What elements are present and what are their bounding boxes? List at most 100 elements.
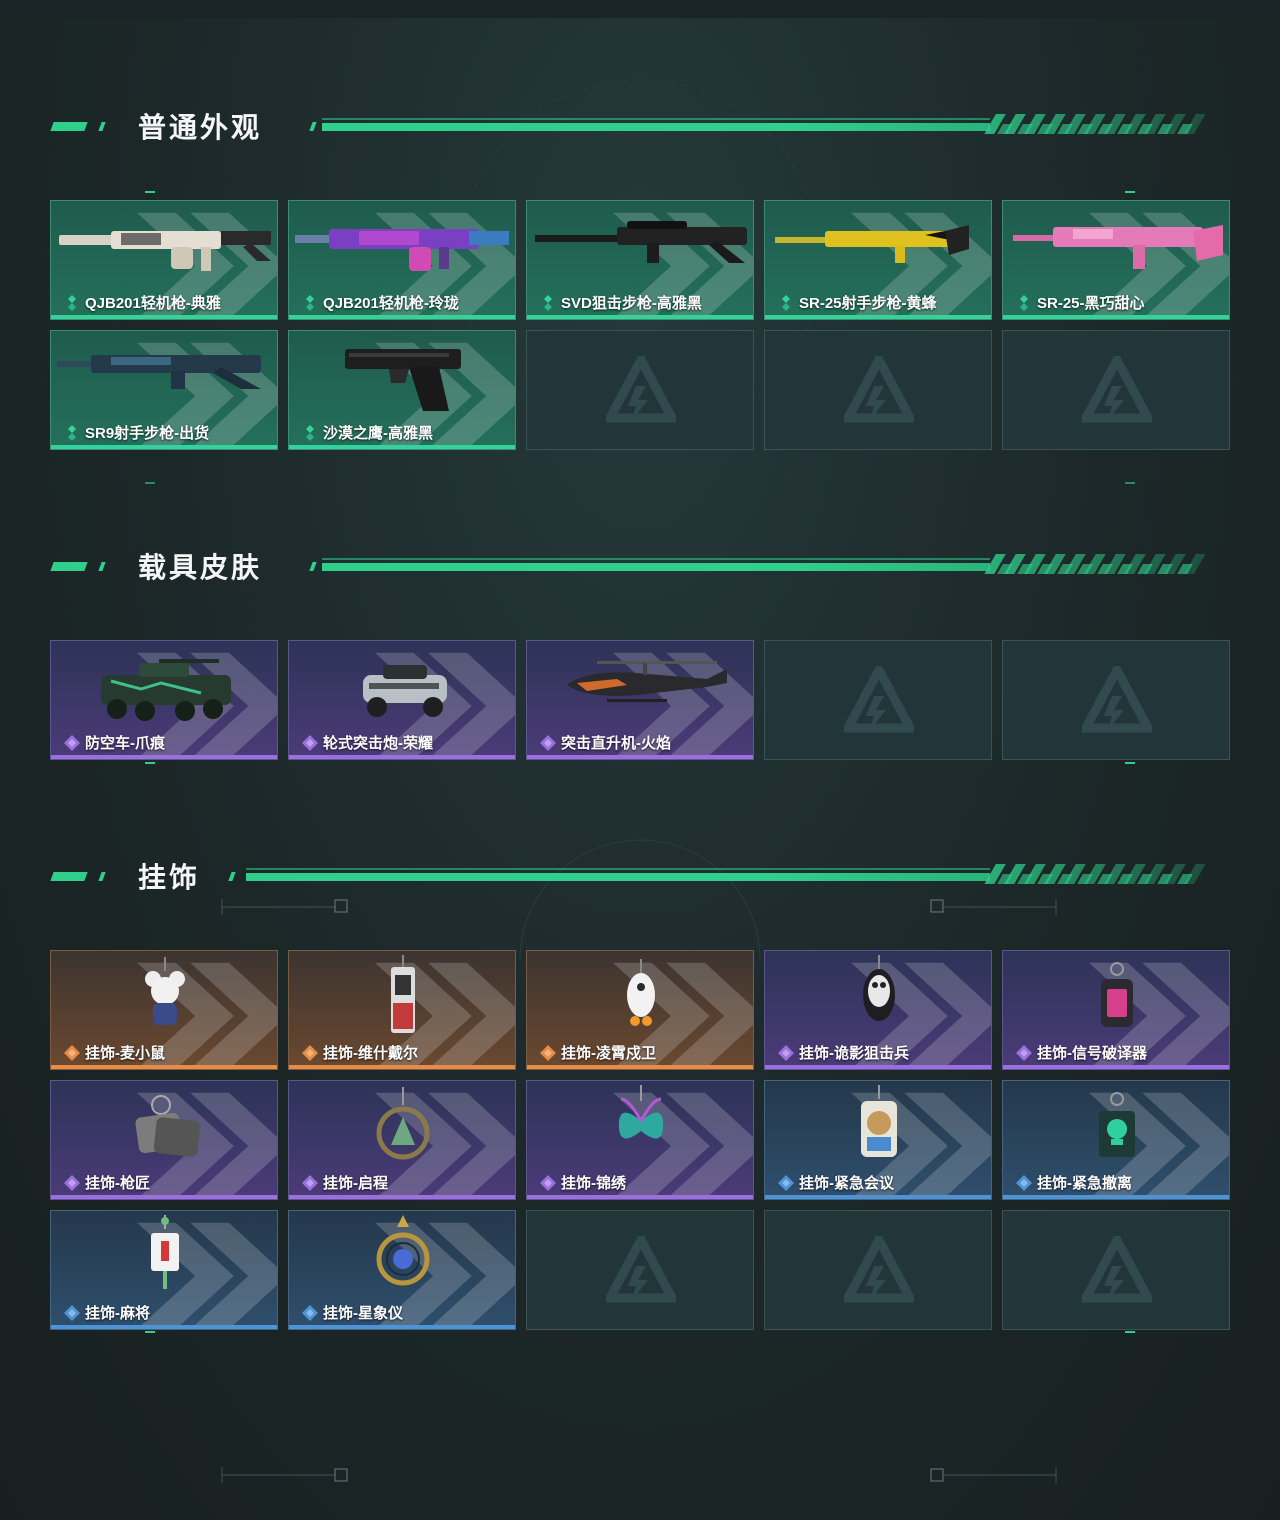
pistol-black-icon	[345, 349, 461, 411]
rarity-diamond-icon	[302, 735, 318, 751]
header-dash-icon	[50, 562, 88, 571]
rarity-diamond-icon	[306, 295, 314, 311]
header-thin-line	[246, 868, 990, 870]
empty-slot	[1002, 1210, 1230, 1330]
empty-slot	[1002, 640, 1230, 760]
item-card[interactable]: QJB201轻机枪-玲珑	[288, 200, 516, 320]
section-header-charms: 挂饰	[0, 858, 1280, 898]
item-card[interactable]: 挂饰-锦绣	[526, 1080, 754, 1200]
item-card[interactable]: 挂饰-麦小鼠	[50, 950, 278, 1070]
rarity-diamond-icon	[302, 1045, 318, 1061]
item-card[interactable]: 挂饰-诡影狙击兵	[764, 950, 992, 1070]
item-label: 挂饰-维什戴尔	[323, 1045, 418, 1062]
rifle-teal-icon	[57, 355, 261, 389]
rarity-diamond-icon	[302, 1175, 318, 1191]
lmg-purple-icon	[295, 229, 509, 271]
corner-tick	[1125, 482, 1135, 484]
item-card[interactable]: SR-25射手步枪-黄蜂	[764, 200, 992, 320]
item-label: SR9射手步枪-出货	[85, 425, 210, 442]
buggy-icon	[363, 665, 447, 717]
item-label: 挂饰-紧急会议	[799, 1175, 894, 1192]
item-card[interactable]: 挂饰-维什戴尔	[288, 950, 516, 1070]
item-label: 挂饰-信号破译器	[1037, 1045, 1147, 1062]
charm-medal-icon	[376, 1087, 430, 1160]
heli-icon	[567, 661, 727, 702]
charm-duck-icon	[627, 959, 655, 1026]
lmg-white-icon	[59, 231, 271, 271]
rarity-diamond-icon	[306, 425, 314, 441]
item-label: 挂饰-麦小鼠	[85, 1045, 165, 1062]
section-header-vehicle-skins: 载具皮肤	[0, 548, 1280, 588]
charm-butterfly-icon	[618, 1085, 664, 1139]
charm-bird-icon	[863, 955, 895, 1021]
item-label: SVD狙击步枪-高雅黑	[561, 295, 702, 312]
item-card[interactable]: QJB201轻机枪-典雅	[50, 200, 278, 320]
item-card[interactable]: 轮式突击炮-荣耀	[288, 640, 516, 760]
item-card[interactable]: 突击直升机-火焰	[526, 640, 754, 760]
rarity-diamond-icon	[302, 1305, 318, 1321]
item-label: 挂饰-麻将	[85, 1305, 150, 1322]
corner-tick	[145, 191, 155, 193]
section-title: 挂饰	[138, 862, 201, 893]
game-logo-icon	[1082, 1236, 1152, 1303]
item-card[interactable]: 挂饰-启程	[288, 1080, 516, 1200]
item-grid-normal-skins: QJB201轻机枪-典雅 QJB201轻机枪-玲珑 SVD狙击步枪-高雅黑 SR-25…	[50, 200, 1230, 450]
item-card[interactable]: 防空车-爪痕	[50, 640, 278, 760]
header-checker-pattern	[987, 564, 1203, 574]
header-thin-line	[322, 558, 990, 560]
section-title: 载具皮肤	[138, 552, 263, 583]
rarity-diamond-icon	[64, 1045, 80, 1061]
rarity-diamond-icon	[540, 1175, 556, 1191]
header-bar	[322, 123, 990, 131]
rarity-diamond-icon	[1020, 295, 1028, 311]
item-label: 挂饰-锦绣	[561, 1175, 626, 1192]
header-dash-icon	[98, 562, 106, 571]
corner-tick	[1125, 191, 1135, 193]
top-strip	[0, 0, 1280, 18]
game-logo-icon	[844, 666, 914, 733]
item-card[interactable]: 挂饰-枪匠	[50, 1080, 278, 1200]
header-dash-icon	[309, 122, 317, 131]
rarity-diamond-icon	[68, 295, 76, 311]
item-label: 挂饰-星象仪	[323, 1305, 403, 1322]
apc-icon	[101, 659, 231, 721]
empty-slot	[1002, 330, 1230, 450]
rarity-diamond-icon	[1016, 1045, 1032, 1061]
charm-mahjong-icon	[151, 1215, 179, 1289]
item-card[interactable]: SVD狙击步枪-高雅黑	[526, 200, 754, 320]
rarity-diamond-icon	[778, 1045, 794, 1061]
item-card[interactable]: 挂饰-星象仪	[288, 1210, 516, 1330]
header-dash-icon	[50, 122, 88, 131]
header-dash-icon	[228, 872, 236, 881]
item-label: 挂饰-紧急撤离	[1037, 1175, 1132, 1192]
item-card[interactable]: 挂饰-信号破译器	[1002, 950, 1230, 1070]
item-label: 挂饰-启程	[323, 1175, 388, 1192]
item-card[interactable]: 挂饰-紧急撤离	[1002, 1080, 1230, 1200]
item-grid-vehicle-skins: 防空车-爪痕 轮式突击炮-荣耀 突击直升机-火焰	[50, 640, 1230, 760]
charm-dogtag-icon	[135, 1095, 201, 1157]
item-card[interactable]: 挂饰-凌霄戍卫	[526, 950, 754, 1070]
game-logo-icon	[844, 1236, 914, 1303]
rarity-diamond-icon	[64, 735, 80, 751]
empty-slot	[764, 1210, 992, 1330]
item-card[interactable]: 沙漠之鹰-高雅黑	[288, 330, 516, 450]
item-label: 突击直升机-火焰	[561, 735, 671, 752]
rifle-yellow-icon	[775, 225, 969, 263]
item-card[interactable]: 挂饰-紧急会议	[764, 1080, 992, 1200]
empty-slot	[526, 1210, 754, 1330]
item-card[interactable]: 挂饰-麻将	[50, 1210, 278, 1330]
rarity-diamond-icon	[64, 1305, 80, 1321]
item-card[interactable]: SR-25-黑巧甜心	[1002, 200, 1230, 320]
empty-slot	[764, 330, 992, 450]
item-card[interactable]: SR9射手步枪-出货	[50, 330, 278, 450]
item-label: SR-25射手步枪-黄蜂	[799, 295, 937, 312]
item-label: SR-25-黑巧甜心	[1037, 295, 1145, 312]
item-label: 挂饰-诡影狙击兵	[799, 1045, 909, 1062]
rarity-diamond-icon	[778, 1175, 794, 1191]
game-logo-icon	[606, 356, 676, 423]
section-header-normal-skins: 普通外观	[0, 108, 1280, 148]
item-label: 轮式突击炮-荣耀	[323, 735, 433, 752]
item-label: QJB201轻机枪-典雅	[85, 295, 221, 312]
rarity-diamond-icon	[64, 1175, 80, 1191]
header-checker-pattern	[987, 874, 1203, 884]
